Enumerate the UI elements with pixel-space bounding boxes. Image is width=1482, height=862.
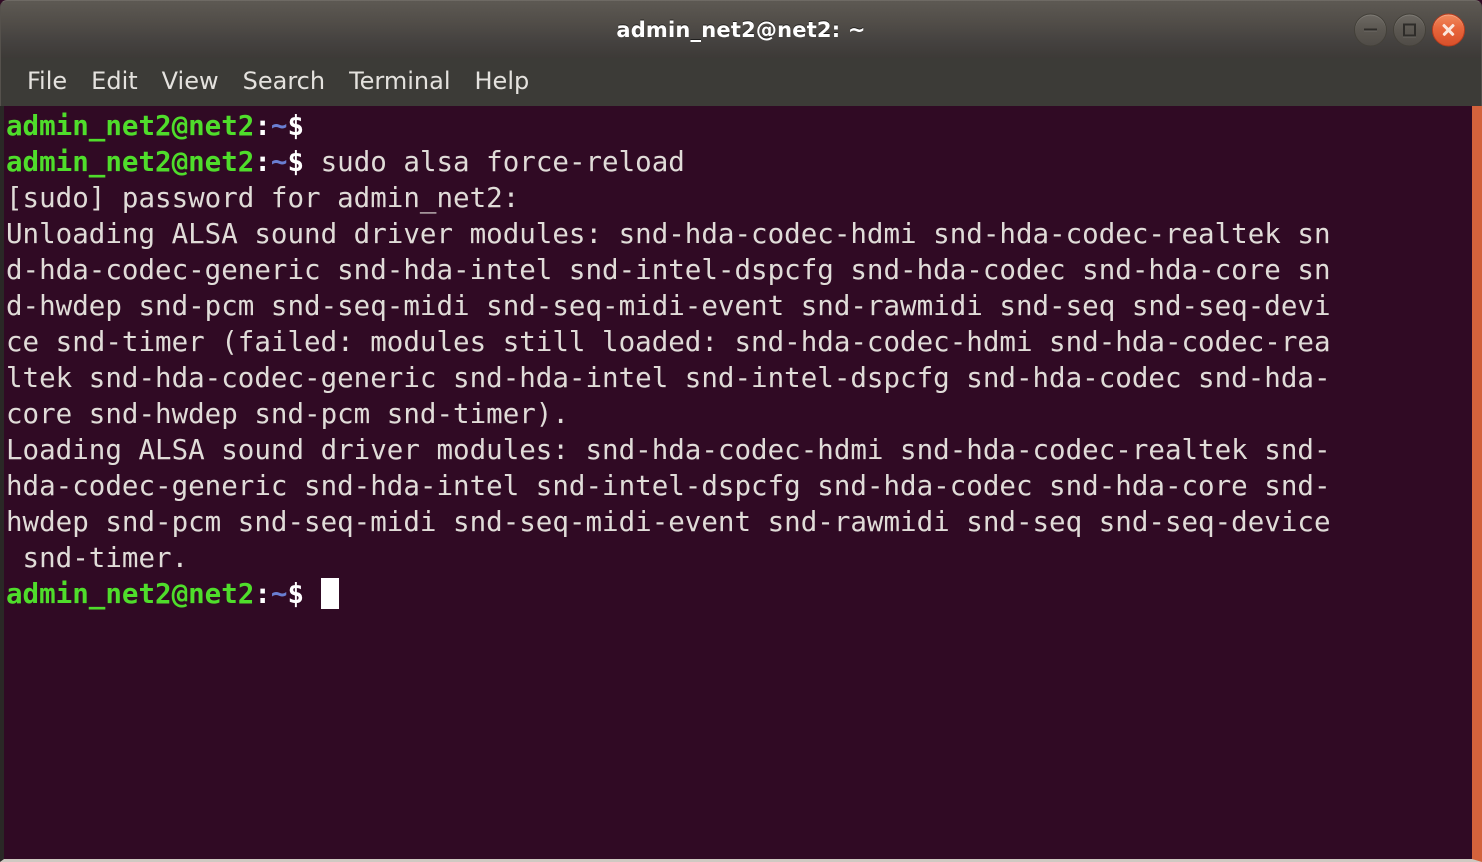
terminal-prompt-line: admin_net2@net2:~$ bbox=[6, 576, 1472, 612]
terminal-output-text: [sudo] password for admin_net2: bbox=[6, 182, 520, 214]
terminal-output-line: hwdep snd-pcm snd-seq-midi snd-seq-midi-… bbox=[6, 504, 1472, 540]
terminal-output-text: d-hwdep snd-pcm snd-seq-midi snd-seq-mid… bbox=[6, 290, 1331, 322]
window-title: admin_net2@net2: ~ bbox=[616, 17, 866, 42]
terminal-output-line: snd-timer. bbox=[6, 540, 1472, 576]
terminal-output-line: [sudo] password for admin_net2: bbox=[6, 180, 1472, 216]
window-controls bbox=[1354, 13, 1465, 46]
close-icon bbox=[1441, 22, 1456, 37]
terminal-output-text: snd-timer. bbox=[6, 542, 189, 574]
menu-item-terminal[interactable]: Terminal bbox=[337, 65, 462, 99]
terminal-output-line: d-hda-codec-generic snd-hda-intel snd-in… bbox=[6, 252, 1472, 288]
maximize-icon bbox=[1403, 23, 1416, 36]
terminal-output-line: core snd-hwdep snd-pcm snd-timer). bbox=[6, 396, 1472, 432]
maximize-button[interactable] bbox=[1393, 13, 1426, 46]
terminal-command bbox=[304, 578, 321, 610]
terminal-output-line: ltek snd-hda-codec-generic snd-hda-intel… bbox=[6, 360, 1472, 396]
menu-item-search[interactable]: Search bbox=[231, 65, 337, 99]
title-bar[interactable]: admin_net2@net2: ~ bbox=[0, 0, 1482, 58]
terminal-output-line: Loading ALSA sound driver modules: snd-h… bbox=[6, 432, 1472, 468]
terminal-window: admin_net2@net2: ~ File Edit View Search… bbox=[0, 0, 1482, 862]
terminal-body[interactable]: admin_net2@net2:~$ admin_net2@net2:~$ sud… bbox=[0, 106, 1482, 862]
prompt-symbol: $ bbox=[287, 110, 305, 142]
prompt-user-host: admin_net2@net2 bbox=[6, 578, 255, 610]
terminal-output-line: Unloading ALSA sound driver modules: snd… bbox=[6, 216, 1472, 252]
prompt-user-host: admin_net2@net2 bbox=[6, 110, 255, 142]
prompt-path: ~ bbox=[270, 578, 288, 610]
prompt-path: ~ bbox=[270, 146, 288, 178]
minimize-icon bbox=[1364, 28, 1377, 31]
text-cursor bbox=[320, 578, 339, 609]
prompt-colon: : bbox=[254, 578, 271, 610]
terminal-output-text: ltek snd-hda-codec-generic snd-hda-intel… bbox=[6, 362, 1331, 394]
minimize-button[interactable] bbox=[1354, 13, 1387, 46]
prompt-symbol: $ bbox=[287, 578, 305, 610]
prompt-colon: : bbox=[254, 146, 271, 178]
terminal-output-text: hwdep snd-pcm snd-seq-midi snd-seq-midi-… bbox=[6, 506, 1331, 538]
terminal-output-text: ce snd-timer (failed: modules still load… bbox=[6, 326, 1331, 358]
menu-item-view[interactable]: View bbox=[150, 65, 231, 99]
menu-item-edit[interactable]: Edit bbox=[79, 65, 149, 99]
menu-bar: File Edit View Search Terminal Help bbox=[0, 58, 1482, 106]
terminal-output[interactable]: admin_net2@net2:~$ admin_net2@net2:~$ sud… bbox=[4, 108, 1472, 859]
terminal-output-text: Unloading ALSA sound driver modules: snd… bbox=[6, 218, 1331, 250]
terminal-output-line: hda-codec-generic snd-hda-intel snd-inte… bbox=[6, 468, 1472, 504]
menu-item-help[interactable]: Help bbox=[463, 65, 542, 99]
close-button[interactable] bbox=[1432, 13, 1465, 46]
prompt-path: ~ bbox=[270, 110, 288, 142]
terminal-output-line: ce snd-timer (failed: modules still load… bbox=[6, 324, 1472, 360]
prompt-colon: : bbox=[254, 110, 271, 142]
terminal-output-text: hda-codec-generic snd-hda-intel snd-inte… bbox=[6, 470, 1331, 502]
prompt-symbol: $ bbox=[287, 146, 305, 178]
terminal-prompt-line: admin_net2@net2:~$ bbox=[6, 108, 1472, 144]
menu-item-file[interactable]: File bbox=[15, 65, 79, 99]
terminal-prompt-line: admin_net2@net2:~$ sudo alsa force-reloa… bbox=[6, 144, 1472, 180]
terminal-output-text: core snd-hwdep snd-pcm snd-timer). bbox=[6, 398, 569, 430]
terminal-output-line: d-hwdep snd-pcm snd-seq-midi snd-seq-mid… bbox=[6, 288, 1472, 324]
terminal-output-text: Loading ALSA sound driver modules: snd-h… bbox=[6, 434, 1331, 466]
prompt-user-host: admin_net2@net2 bbox=[6, 146, 255, 178]
terminal-command: sudo alsa force-reload bbox=[304, 146, 685, 178]
terminal-output-text: d-hda-codec-generic snd-hda-intel snd-in… bbox=[6, 254, 1331, 286]
